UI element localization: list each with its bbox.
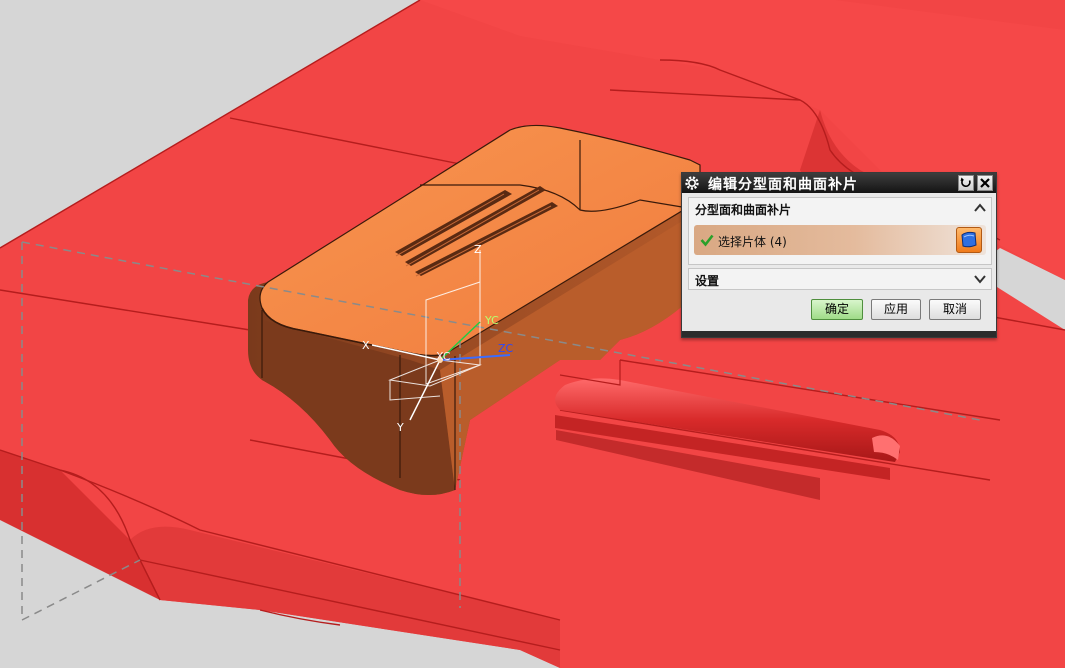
axis-label-y: Y — [396, 421, 404, 434]
group-settings: 设置 — [688, 268, 992, 290]
axis-label-zc: ZC — [498, 342, 514, 355]
close-icon — [980, 178, 990, 188]
chevron-down-icon[interactable] — [972, 271, 988, 287]
axis-label-z: Z — [474, 243, 482, 256]
dialog-title: 编辑分型面和曲面补片 — [708, 177, 858, 193]
axis-label-x: X — [362, 339, 370, 352]
gear-icon[interactable] — [684, 175, 700, 191]
group-header-settings[interactable]: 设置 — [689, 269, 991, 289]
dialog-titlebar[interactable]: 编辑分型面和曲面补片 — [682, 173, 996, 193]
cancel-button[interactable]: 取消 — [929, 299, 981, 320]
group-label-settings: 设置 — [695, 274, 720, 288]
ok-button[interactable]: 确定 — [811, 299, 863, 320]
check-icon — [700, 234, 714, 247]
close-button[interactable] — [977, 175, 993, 191]
group-parting-surfaces: 分型面和曲面补片 选择片体 (4) — [688, 197, 992, 265]
chevron-up-icon[interactable] — [972, 200, 988, 216]
apply-button[interactable]: 应用 — [871, 299, 921, 320]
selection-count: (4) — [769, 235, 787, 249]
axis-label-xc: XC — [436, 350, 451, 363]
reset-icon — [960, 177, 971, 188]
face-select-button[interactable] — [956, 227, 982, 253]
group-label-parting-surfaces: 分型面和曲面补片 — [695, 203, 792, 217]
face-select-icon — [961, 231, 977, 248]
select-sheet-label: 选择片体 (4) — [718, 233, 787, 250]
edit-parting-surface-dialog: 编辑分型面和曲面补片 分型面和曲面补片 选择片体 (4) 设置 确定 应用 取消 — [681, 172, 997, 338]
group-header-parting-surfaces[interactable]: 分型面和曲面补片 — [689, 198, 991, 218]
reset-button[interactable] — [958, 175, 974, 191]
axis-label-yc: YC — [484, 314, 499, 327]
dialog-bottom-border — [682, 331, 996, 337]
select-sheet-text: 选择片体 — [718, 235, 767, 249]
select-sheet-row[interactable]: 选择片体 (4) — [694, 225, 986, 255]
